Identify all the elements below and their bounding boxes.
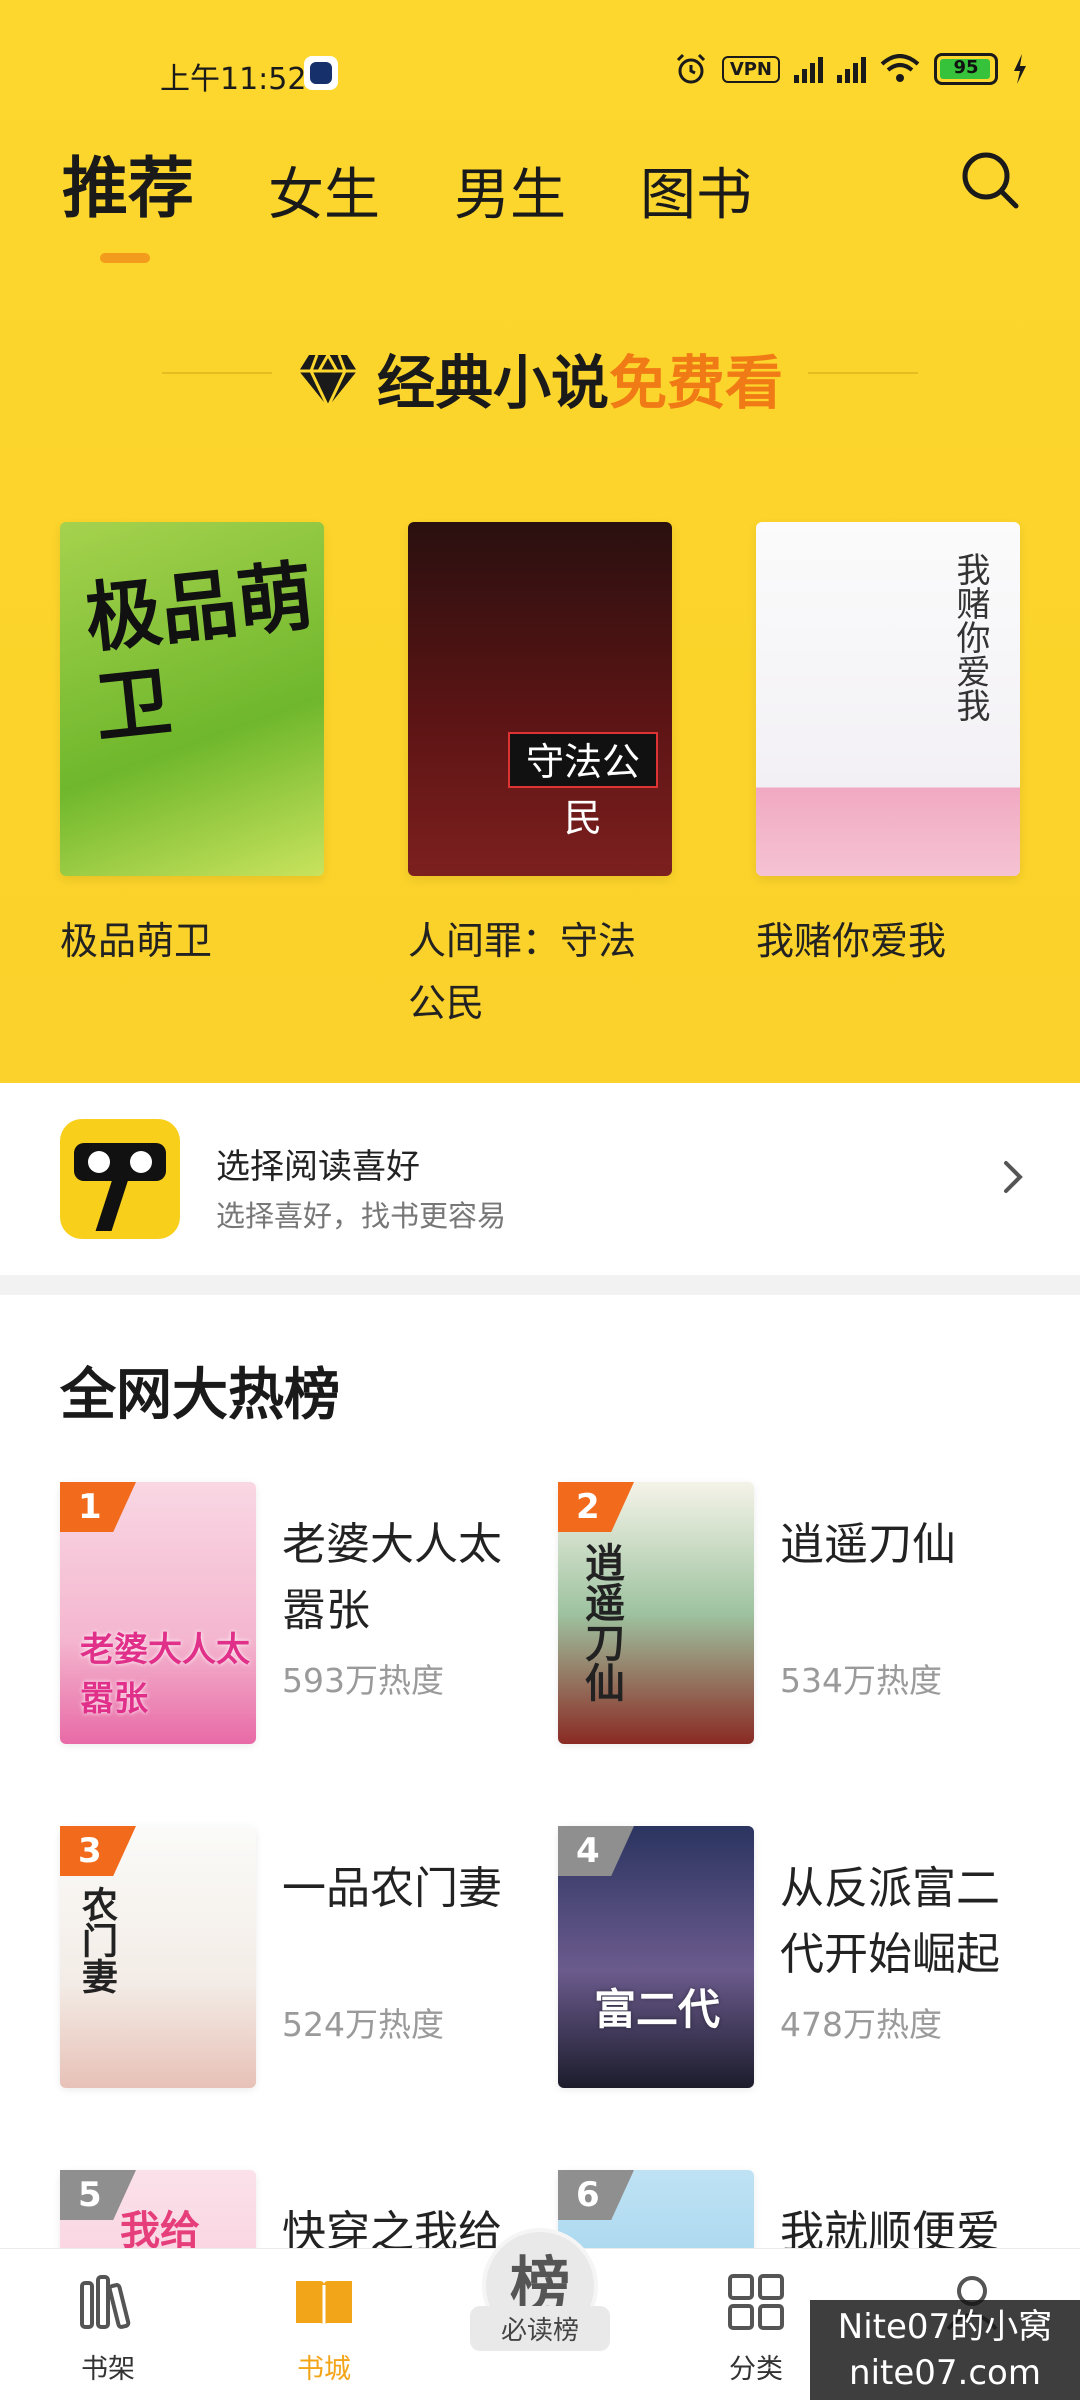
ranking-title: 全网大热榜 bbox=[60, 1363, 340, 1428]
diamond-icon bbox=[298, 354, 357, 409]
grid-icon bbox=[728, 2274, 784, 2330]
heat-count: 593万热度 bbox=[282, 1661, 444, 1700]
nav-category-label: 分类 bbox=[729, 2354, 783, 2385]
promo-highlight: 免费看 bbox=[609, 349, 784, 417]
book-title[interactable]: 一品农门妻 bbox=[282, 1856, 522, 1922]
book-cover[interactable]: 守法公民 bbox=[408, 522, 672, 876]
nav-bookshelf[interactable]: 书架 bbox=[48, 2273, 168, 2386]
nav-bookstore[interactable]: 书城 bbox=[264, 2273, 384, 2386]
watermark-line-1: Nite07的小窝 bbox=[837, 2307, 1053, 2347]
book-title[interactable]: 极品萌卫 bbox=[60, 910, 324, 972]
featured-book[interactable]: 守法公民 人间罪：守法公民 bbox=[408, 522, 672, 1034]
promo-text: 经典小说 bbox=[376, 349, 609, 417]
app-logo bbox=[60, 1119, 180, 1239]
cover-title-art: 富二代 bbox=[594, 1985, 721, 2034]
heat-count: 524万热度 bbox=[282, 2005, 444, 2044]
cover-title-art: 农门妻 bbox=[76, 1886, 117, 1994]
ranking-item[interactable]: 农门妻 3 一品农门妻 524万热度 bbox=[60, 1826, 520, 2096]
featured-book[interactable]: 极品萌卫 极品萌卫 bbox=[60, 522, 324, 1034]
top-tabs: 推荐 女生 男生 图书 bbox=[62, 135, 752, 263]
book-title[interactable]: 从反派富二代开始崛起 bbox=[780, 1856, 1020, 1988]
nav-category[interactable]: 分类 bbox=[696, 2273, 816, 2386]
cover-title-art: 守法公民 bbox=[508, 732, 658, 840]
tab-male[interactable]: 男生 bbox=[454, 150, 566, 231]
battery-icon: 95 bbox=[934, 53, 998, 85]
battery-level: 95 bbox=[953, 57, 979, 78]
ranking-item[interactable]: 逍遥刀仙 2 逍遥刀仙 534万热度 bbox=[558, 1482, 1018, 1752]
book-title[interactable]: 我赌你爱我 bbox=[756, 910, 1020, 972]
featured-books: 极品萌卫 极品萌卫 守法公民 人间罪：守法公民 我赌你爱我 我赌你爱我 bbox=[60, 522, 1020, 1034]
preference-subtitle: 选择喜好，找书更容易 bbox=[216, 1199, 507, 1233]
hero-banner: 上午11:52 VPN 95 推荐 女生 男生 图书 经典小说免费看 极品萌卫 … bbox=[0, 0, 1080, 1083]
chevron-right-icon bbox=[1004, 1161, 1023, 1193]
ranking-item[interactable]: 老婆大人太嚣张 1 老婆大人太嚣张 593万热度 bbox=[60, 1482, 520, 1752]
preference-title: 选择阅读喜好 bbox=[216, 1147, 420, 1187]
tab-books[interactable]: 图书 bbox=[640, 150, 752, 231]
cover-title-art: 逍遥刀仙 bbox=[578, 1542, 624, 1702]
tab-female[interactable]: 女生 bbox=[268, 150, 380, 231]
heat-count: 478万热度 bbox=[780, 2005, 942, 2044]
ranking-item[interactable]: 富二代 4 从反派富二代开始崛起 478万热度 bbox=[558, 1826, 1018, 2096]
cover-title-art: 极品萌卫 bbox=[81, 550, 318, 753]
nav-bookshelf-label: 书架 bbox=[81, 2354, 135, 2385]
book-title[interactable]: 老婆大人太嚣张 bbox=[282, 1512, 522, 1644]
vpn-badge: VPN bbox=[721, 55, 780, 83]
watermark-line-2: nite07.com bbox=[849, 2353, 1041, 2393]
section-divider bbox=[0, 1275, 1080, 1295]
nav-must-read[interactable]: 榜 必读榜 bbox=[470, 2228, 610, 2368]
nav-must-read-label: 必读榜 bbox=[470, 2306, 610, 2351]
promo-heading: 经典小说免费看 bbox=[0, 336, 1080, 420]
cover-title-art: 老婆大人太嚣张 bbox=[80, 1630, 250, 1719]
status-time: 上午11:52 bbox=[160, 62, 307, 97]
nav-bookstore-label: 书城 bbox=[297, 2354, 351, 2385]
status-bar: 上午11:52 VPN 95 bbox=[0, 0, 1080, 140]
book-cover[interactable]: 极品萌卫 bbox=[60, 522, 324, 876]
cover-title-art: 我赌你爱我 bbox=[950, 552, 990, 722]
heat-count: 534万热度 bbox=[780, 1661, 942, 1700]
watermark: Nite07的小窝 nite07.com bbox=[810, 2300, 1080, 2400]
alarm-icon bbox=[676, 53, 705, 84]
app-notification-icon bbox=[304, 56, 338, 90]
open-book-icon bbox=[296, 2281, 352, 2327]
signal-icon bbox=[794, 55, 823, 83]
status-icons: VPN 95 bbox=[674, 52, 1028, 86]
search-icon[interactable] bbox=[960, 150, 1020, 210]
signal-icon-2 bbox=[837, 55, 866, 83]
tab-recommend[interactable]: 推荐 bbox=[62, 135, 194, 263]
book-title[interactable]: 逍遥刀仙 bbox=[780, 1512, 1020, 1578]
featured-book[interactable]: 我赌你爱我 我赌你爱我 bbox=[756, 522, 1020, 1034]
bookshelf-icon bbox=[80, 2275, 131, 2329]
reading-preference-row[interactable]: 选择阅读喜好 选择喜好，找书更容易 bbox=[0, 1083, 1080, 1275]
charging-icon bbox=[1014, 54, 1026, 84]
wifi-icon bbox=[880, 54, 920, 82]
book-cover[interactable]: 我赌你爱我 bbox=[756, 522, 1020, 876]
book-title[interactable]: 人间罪：守法公民 bbox=[408, 910, 672, 1034]
